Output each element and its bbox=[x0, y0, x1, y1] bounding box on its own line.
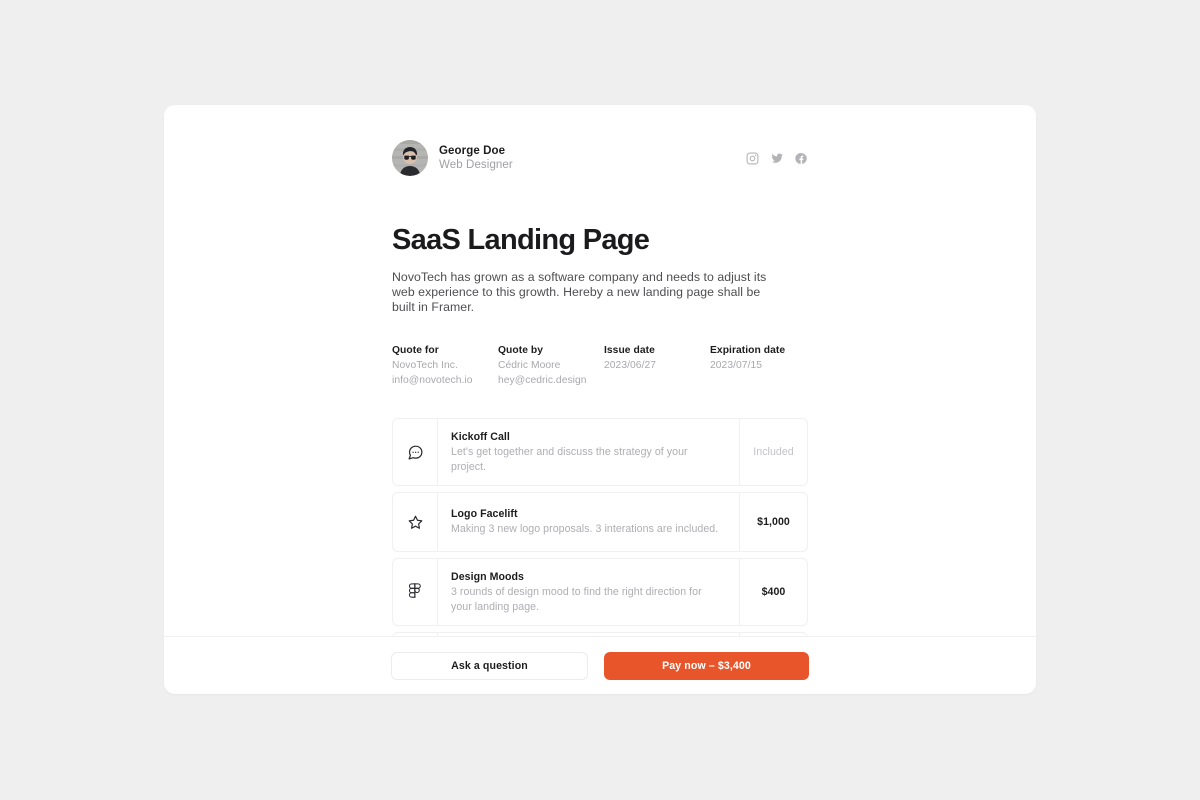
instagram-icon[interactable] bbox=[746, 152, 759, 165]
profile-header: George Doe Web Designer bbox=[392, 138, 808, 178]
star-icon bbox=[393, 493, 438, 552]
quote-meta: Quote for NovoTech Inc. info@novotech.io… bbox=[392, 344, 808, 387]
chat-bubble-icon bbox=[393, 419, 438, 486]
screen: George Doe Web Designer SaaS Landing Pag… bbox=[0, 0, 1200, 800]
meta-label: Expiration date bbox=[710, 345, 786, 357]
meta-label: Quote by bbox=[498, 345, 544, 357]
pay-now-button[interactable]: Pay now – $3,400 bbox=[604, 651, 809, 680]
social-links bbox=[746, 152, 808, 165]
line-item[interactable]: Logo Facelift Making 3 new logo proposal… bbox=[392, 492, 808, 553]
line-item-text: Kickoff Call Let's get together and disc… bbox=[438, 419, 739, 485]
profile-role: Web Designer bbox=[439, 158, 513, 171]
profile-identity: George Doe Web Designer bbox=[392, 140, 513, 176]
line-item-text: Logo Facelift Making 3 new logo proposal… bbox=[438, 493, 739, 551]
meta-value-line1: 2023/06/27 bbox=[604, 360, 657, 372]
meta-value-line1: Cédric Moore bbox=[498, 360, 561, 372]
line-item-title: Logo Facelift bbox=[451, 508, 518, 521]
meta-label: Issue date bbox=[604, 345, 655, 357]
profile-name: George Doe bbox=[439, 144, 506, 157]
line-item-description: 3 rounds of design mood to find the righ… bbox=[451, 586, 702, 613]
quote-footer: Ask a question Pay now – $3,400 bbox=[164, 636, 1036, 694]
quote-description: NovoTech has grown as a software company… bbox=[392, 270, 767, 314]
twitter-icon[interactable] bbox=[770, 152, 784, 165]
meta-expiration-date: Expiration date 2023/07/15 bbox=[710, 344, 785, 387]
profile-text: George Doe Web Designer bbox=[439, 144, 513, 173]
quote-card: George Doe Web Designer SaaS Landing Pag… bbox=[164, 105, 1036, 694]
figma-icon bbox=[393, 559, 438, 626]
quote-content: George Doe Web Designer SaaS Landing Pag… bbox=[164, 105, 1036, 636]
avatar bbox=[392, 140, 428, 176]
line-item-title: Kickoff Call bbox=[451, 431, 510, 444]
quote-scroll-area[interactable]: George Doe Web Designer SaaS Landing Pag… bbox=[164, 105, 1036, 636]
line-item-text: Design Moods 3 rounds of design mood to … bbox=[438, 559, 739, 625]
line-item-title: Design Moods bbox=[451, 571, 524, 584]
meta-label: Quote for bbox=[392, 345, 439, 357]
line-item-description: Making 3 new logo proposals. 3 interatio… bbox=[451, 523, 719, 536]
meta-value-line1: NovoTech Inc. bbox=[392, 360, 458, 372]
line-item-price: Included bbox=[739, 419, 807, 486]
line-item-description: Let's get together and discuss the strat… bbox=[451, 446, 688, 473]
meta-value-line1: 2023/07/15 bbox=[710, 360, 763, 372]
meta-quote-by: Quote by Cédric Moore hey@cedric.design bbox=[498, 344, 604, 387]
meta-value-line2: info@novotech.io bbox=[392, 374, 473, 386]
ask-a-question-button[interactable]: Ask a question bbox=[391, 651, 588, 680]
line-item[interactable]: Design Moods 3 rounds of design mood to … bbox=[392, 558, 808, 627]
line-item-price: $1,000 bbox=[739, 493, 807, 552]
meta-value-line2: hey@cedric.design bbox=[498, 374, 587, 386]
line-items: Kickoff Call Let's get together and disc… bbox=[392, 418, 808, 636]
facebook-icon[interactable] bbox=[795, 152, 808, 165]
line-item-price: $400 bbox=[739, 559, 807, 626]
meta-issue-date: Issue date 2023/06/27 bbox=[604, 344, 710, 387]
page-title: SaaS Landing Page bbox=[392, 224, 650, 256]
line-item[interactable]: Kickoff Call Let's get together and disc… bbox=[392, 418, 808, 487]
meta-quote-for: Quote for NovoTech Inc. info@novotech.io bbox=[392, 344, 498, 387]
